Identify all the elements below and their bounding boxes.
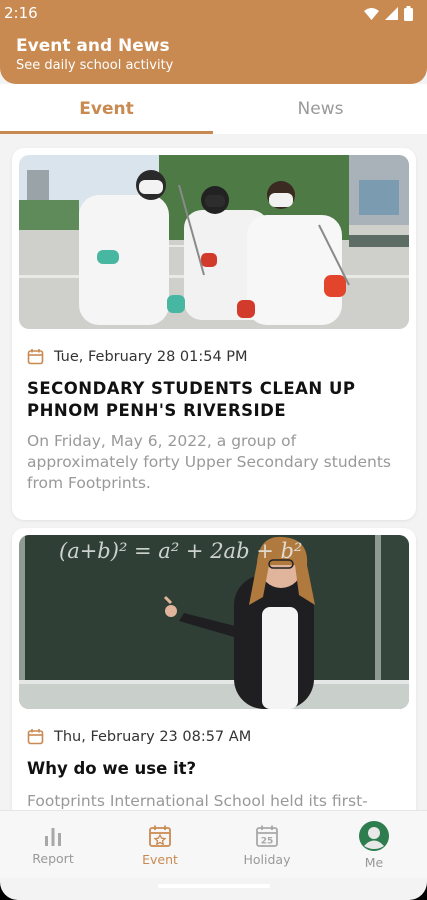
tab-bar: Event News	[0, 84, 427, 134]
page-title: Event and News	[16, 36, 170, 56]
tab-news[interactable]: News	[214, 84, 427, 134]
page-subtitle: See daily school activity	[16, 58, 174, 73]
nav-me[interactable]: Me	[321, 811, 427, 879]
event-photo[interactable]: (a+b)² = a² + 2ab + b²	[19, 535, 409, 709]
signal-icon	[385, 7, 398, 20]
avatar-icon	[359, 820, 389, 851]
app-header: 2:16 Event and News See daily school act…	[0, 0, 427, 84]
nav-event[interactable]: Event	[107, 811, 213, 879]
bar-chart-icon	[45, 827, 61, 846]
event-date: Tue, February 28 01:54 PM	[54, 348, 248, 365]
event-date: Thu, February 23 08:57 AM	[54, 728, 252, 745]
tab-event[interactable]: Event	[0, 84, 213, 134]
nav-event-label: Event	[142, 851, 178, 867]
status-icons	[364, 6, 413, 21]
event-title: SECONDARY STUDENTS CLEAN UP PHNOM PENH'S…	[27, 379, 356, 420]
calendar-icon	[27, 729, 44, 745]
event-photo[interactable]	[19, 155, 409, 329]
event-card[interactable]: (a+b)² = a² + 2ab + b² Thu, February 23 …	[12, 528, 416, 810]
phone-screen: 2:16 Event and News See daily school act…	[0, 0, 427, 900]
status-bar: 2:16	[0, 0, 427, 28]
calendar-25-icon: 25	[256, 825, 278, 847]
bottom-navigation: Report Event 25 Holiday Me	[0, 810, 427, 878]
chalkboard-equation: (a+b)² = a² + 2ab + b²	[59, 539, 303, 563]
event-description: Footprints International School held its…	[27, 792, 368, 810]
nav-me-label: Me	[364, 854, 384, 870]
battery-icon	[404, 6, 413, 21]
home-indicator[interactable]	[158, 884, 270, 888]
event-description: On Friday, May 6, 2022, a group of appro…	[27, 432, 392, 492]
event-title: Why do we use it?	[27, 759, 197, 778]
event-feed[interactable]: Tue, February 28 01:54 PM SECONDARY STUD…	[0, 134, 427, 810]
wifi-icon	[364, 7, 379, 20]
status-time: 2:16	[4, 4, 38, 22]
event-date-row: Tue, February 28 01:54 PM	[27, 348, 248, 365]
event-star-icon	[149, 825, 171, 847]
svg-text:25: 25	[261, 836, 274, 846]
nav-holiday[interactable]: 25 Holiday	[214, 811, 320, 879]
calendar-icon	[27, 349, 44, 365]
nav-report[interactable]: Report	[0, 811, 106, 879]
event-date-row: Thu, February 23 08:57 AM	[27, 728, 251, 745]
nav-holiday-label: Holiday	[243, 851, 291, 867]
event-card[interactable]: Tue, February 28 01:54 PM SECONDARY STUD…	[12, 148, 416, 520]
nav-report-label: Report	[32, 850, 74, 866]
